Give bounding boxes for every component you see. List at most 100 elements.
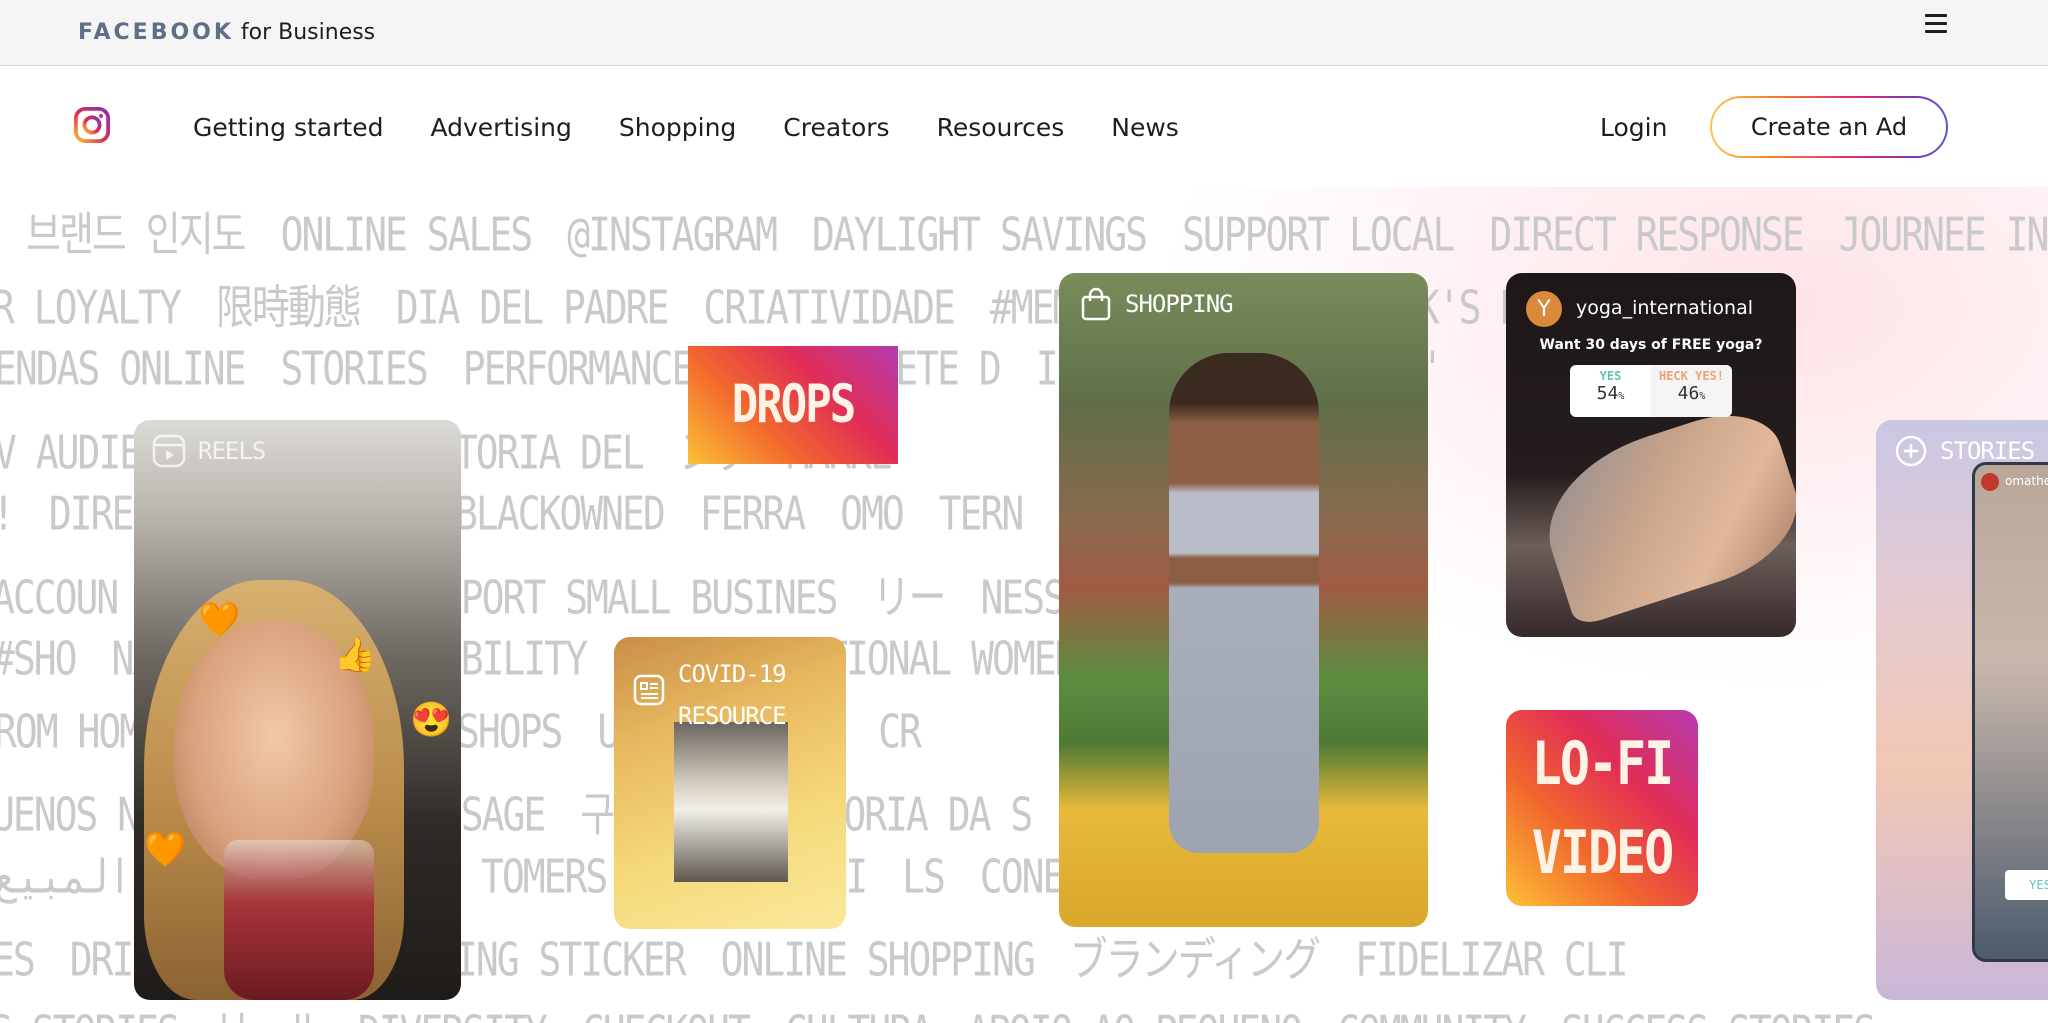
background-word: CHECKOUT	[582, 1005, 751, 1023]
drops-card[interactable]: DROPS	[688, 346, 898, 464]
story-username: omathe	[2005, 474, 2048, 488]
background-word: FIDELIZAR CLI	[1355, 932, 1628, 987]
background-word: DIRECT RESPONSE	[1489, 207, 1804, 262]
background-word: APOIO AO PEQUENO	[967, 1005, 1303, 1023]
nav-link-creators[interactable]: Creators	[783, 113, 889, 142]
covid-label-line2: RESOURCE	[678, 702, 787, 730]
background-word: 브랜드 인지도	[26, 207, 247, 262]
poll-option-percent: 54	[1596, 383, 1619, 404]
stories-card[interactable]: omathe YES STORIES	[1876, 420, 2048, 1000]
background-word: リー	[872, 570, 947, 625]
instagram-logo-icon[interactable]	[73, 106, 111, 144]
nav-link-news[interactable]: News	[1111, 113, 1179, 142]
nav-link-resources[interactable]: Resources	[937, 113, 1065, 142]
lofi-line1: LO-FI	[1531, 728, 1675, 799]
stories-label-text: STORIES	[1940, 437, 2035, 465]
login-link[interactable]: Login	[1600, 113, 1667, 142]
background-word: ACCOUN	[0, 570, 119, 625]
background-word: TOMERS	[480, 849, 608, 904]
background-word: CR	[878, 704, 922, 759]
background-word: LS	[902, 849, 946, 904]
background-word: ES	[0, 932, 36, 987]
background-word: CULTURA	[785, 1005, 933, 1023]
background-word: NESS	[980, 570, 1067, 625]
poll-option-label: HECK YES!	[1658, 369, 1725, 383]
reels-icon	[152, 434, 186, 468]
background-word: #SHO	[0, 632, 78, 686]
background-word: ENDAS ONLINE	[0, 342, 247, 396]
nav-link-shopping[interactable]: Shopping	[619, 113, 736, 142]
reels-card[interactable]: 🧡 👍 😍 🧡 REELS	[134, 420, 461, 1000]
document-icon	[633, 674, 665, 706]
shopping-label-text: SHOPPING	[1125, 290, 1234, 318]
covid-photo	[674, 722, 788, 882]
background-word: R LOYALTY	[0, 280, 182, 335]
poll-option-heck-yes[interactable]: HECK YES! 46%	[1651, 365, 1732, 417]
background-word: COMMUNITY	[1337, 1005, 1527, 1023]
background-word: DAYLIGHT SAVINGS	[811, 207, 1148, 262]
brand-main: FACEBOOK	[78, 20, 234, 45]
background-word: CRIATIVIDADE	[703, 280, 956, 335]
percent-sign: %	[1699, 391, 1706, 402]
stories-label: STORIES	[1894, 434, 2035, 468]
create-ad-label: Create an Ad	[1712, 98, 1946, 156]
create-ad-button[interactable]: Create an Ad	[1710, 96, 1948, 158]
background-word: SUPPORT LOCAL	[1182, 207, 1455, 262]
background-word: S STORIES	[0, 1005, 180, 1023]
plus-circle-icon	[1895, 435, 1927, 467]
avatar	[1981, 473, 1999, 491]
background-word: UENOS N	[0, 787, 140, 842]
background-word: リール	[214, 1005, 324, 1023]
nav-links: Getting started Advertising Shopping Cre…	[193, 113, 1226, 142]
background-word: #BLACKOWNED	[434, 487, 666, 541]
avatar: Y	[1526, 291, 1562, 327]
top-bar: FACEBOOK for Business	[0, 0, 2048, 66]
background-word: DIA DEL PADRE	[395, 280, 669, 335]
drops-text: DROPS	[731, 373, 856, 435]
background-word: TERN	[938, 487, 1025, 541]
hamburger-icon[interactable]	[1925, 14, 1947, 36]
facebook-for-business-logo[interactable]: FACEBOOK for Business	[78, 17, 375, 46]
covid-label: COVID-19 RESOURCE	[632, 653, 787, 737]
covid-label-line1: COVID-19	[678, 660, 787, 688]
background-word: DIVERSITY	[358, 1005, 548, 1023]
shopping-label: SHOPPING	[1079, 287, 1234, 321]
hero-collage: 브랜드 인지도 ONLINE SALES @INSTAGRAM DAYLIGHT SA…	[0, 187, 2048, 1023]
main-nav: Getting started Advertising Shopping Cre…	[0, 67, 2048, 187]
poll-option-label: YES	[1599, 369, 1622, 383]
poll-sticker[interactable]: YES 54% HECK YES! 46%	[1570, 365, 1732, 417]
yoga-person	[1527, 398, 1796, 628]
background-word: FERRA	[699, 487, 806, 541]
heart-emoji-icon: 🧡	[144, 831, 187, 869]
heart-eyes-emoji-icon: 😍	[410, 701, 453, 739]
covid-resource-card[interactable]: COVID-19 RESOURCE	[614, 637, 846, 929]
reels-label-text: REELS	[198, 437, 266, 465]
percent-sign: %	[1618, 391, 1625, 402]
background-word: @INSTAGRAM	[567, 207, 778, 262]
username: yoga_international	[1576, 297, 1754, 319]
background-word: !	[0, 487, 15, 541]
background-word: 限時動態	[215, 280, 362, 335]
shopping-card[interactable]: SHOPPING	[1059, 273, 1428, 927]
background-word: OMO	[840, 487, 905, 541]
background-word-row: 브랜드 인지도 ONLINE SALES @INSTAGRAM DAYLIGHT SA…	[26, 197, 2048, 264]
lofi-text: LO-FI VIDEO	[1531, 719, 1675, 897]
background-word: ONLINE SALES	[280, 207, 534, 262]
background-word: DRI	[69, 932, 135, 987]
reels-label: REELS	[152, 434, 266, 468]
brand-suffix: for Business	[240, 20, 376, 45]
background-word: SUPPORT SMALL BUSINES	[398, 570, 838, 625]
lofi-video-card[interactable]: LO-FI VIDEO	[1506, 710, 1698, 906]
background-word: ROM HOM	[0, 704, 142, 759]
story-poll-yes: YES	[2005, 870, 2048, 900]
phone-screen: omathe YES	[1972, 462, 2048, 962]
yoga-poll-card[interactable]: Y yoga_international Want 30 days of FRE…	[1506, 273, 1796, 637]
shopping-bag-icon	[1081, 287, 1111, 321]
nav-link-advertising[interactable]: Advertising	[430, 113, 571, 142]
poll-option-yes[interactable]: YES 54%	[1570, 365, 1651, 417]
drink-cup	[224, 840, 374, 1000]
nav-link-getting-started[interactable]: Getting started	[193, 113, 383, 142]
poll-option-percent: 46	[1677, 383, 1700, 404]
shopping-person	[1169, 353, 1319, 853]
background-word: JOURNEE INTERNA	[1838, 207, 2048, 262]
